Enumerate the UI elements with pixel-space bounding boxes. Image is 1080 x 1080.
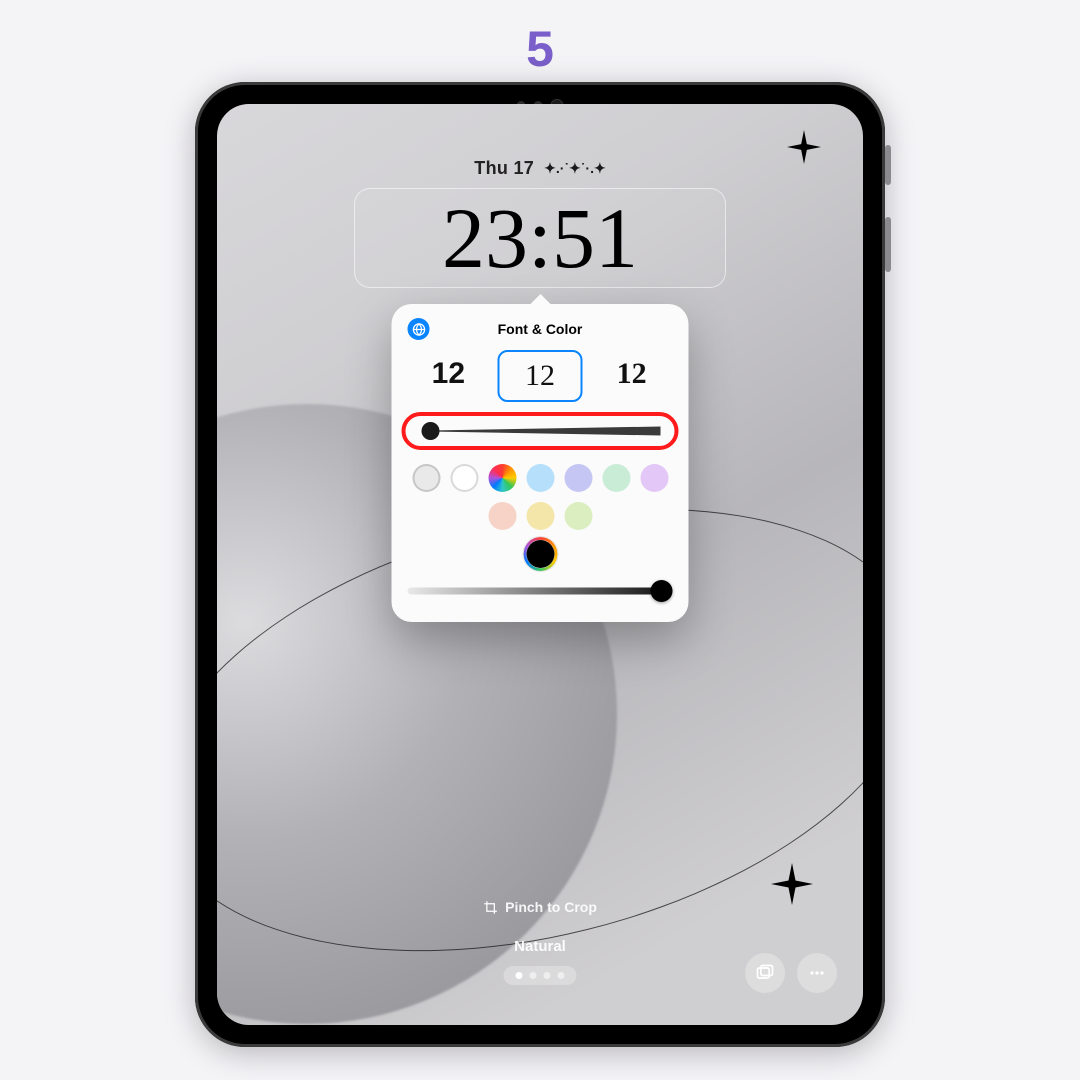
more-icon xyxy=(807,963,827,983)
ipad-frame: Thu 17 ✦.·˙✦˙·.✦ 23:51 Font & Color 12 1… xyxy=(195,82,885,1047)
color-swatch[interactable] xyxy=(602,464,630,492)
sparkle-icon xyxy=(771,863,813,905)
depth-mode-label[interactable]: Natural xyxy=(514,938,566,955)
color-swatches xyxy=(408,464,673,530)
color-swatch[interactable] xyxy=(564,464,592,492)
color-picker-button[interactable] xyxy=(526,540,554,568)
font-color-popover: Font & Color 12 12 12 xyxy=(392,304,689,622)
hint-label: Pinch to Crop xyxy=(505,899,597,915)
font-option-2[interactable]: 12 xyxy=(497,350,583,402)
page-dot[interactable] xyxy=(516,972,523,979)
globe-icon[interactable] xyxy=(408,318,430,340)
more-button[interactable] xyxy=(797,953,837,993)
weight-slider-highlight xyxy=(402,412,679,450)
weight-slider-thumb[interactable] xyxy=(422,422,440,440)
color-swatch[interactable] xyxy=(640,464,668,492)
step-number: 5 xyxy=(0,20,1080,78)
color-swatch[interactable] xyxy=(488,502,516,530)
color-swatch[interactable] xyxy=(526,502,554,530)
date-text: Thu 17 xyxy=(474,158,534,179)
page-indicator[interactable] xyxy=(504,966,577,985)
font-option-1[interactable]: 12 xyxy=(408,350,490,398)
page-dot[interactable] xyxy=(544,972,551,979)
page-dot[interactable] xyxy=(558,972,565,979)
color-swatch[interactable] xyxy=(564,502,592,530)
lockscreen-clock[interactable]: 23:51 xyxy=(354,188,726,288)
color-swatch[interactable] xyxy=(412,464,440,492)
opacity-slider-thumb[interactable] xyxy=(651,580,673,602)
date-decoration: ✦.·˙✦˙·.✦ xyxy=(544,160,606,177)
color-swatch-rainbow[interactable] xyxy=(488,464,516,492)
font-option-3[interactable]: 12 xyxy=(591,350,673,398)
weight-slider[interactable] xyxy=(420,426,661,436)
photos-icon xyxy=(755,963,775,983)
photos-button[interactable] xyxy=(745,953,785,993)
color-swatch[interactable] xyxy=(526,464,554,492)
lockscreen-date[interactable]: Thu 17 ✦.·˙✦˙·.✦ xyxy=(474,158,605,179)
popover-title: Font & Color xyxy=(498,321,583,337)
font-options: 12 12 12 xyxy=(408,350,673,402)
crop-icon xyxy=(483,900,498,915)
color-swatch[interactable] xyxy=(450,464,478,492)
page-dot[interactable] xyxy=(530,972,537,979)
clock-time: 23:51 xyxy=(442,195,638,281)
sparkle-icon xyxy=(787,130,821,164)
ipad-screen: Thu 17 ✦.·˙✦˙·.✦ 23:51 Font & Color 12 1… xyxy=(217,104,863,1025)
opacity-slider[interactable] xyxy=(408,582,673,600)
pinch-to-crop-hint: Pinch to Crop xyxy=(483,899,597,915)
